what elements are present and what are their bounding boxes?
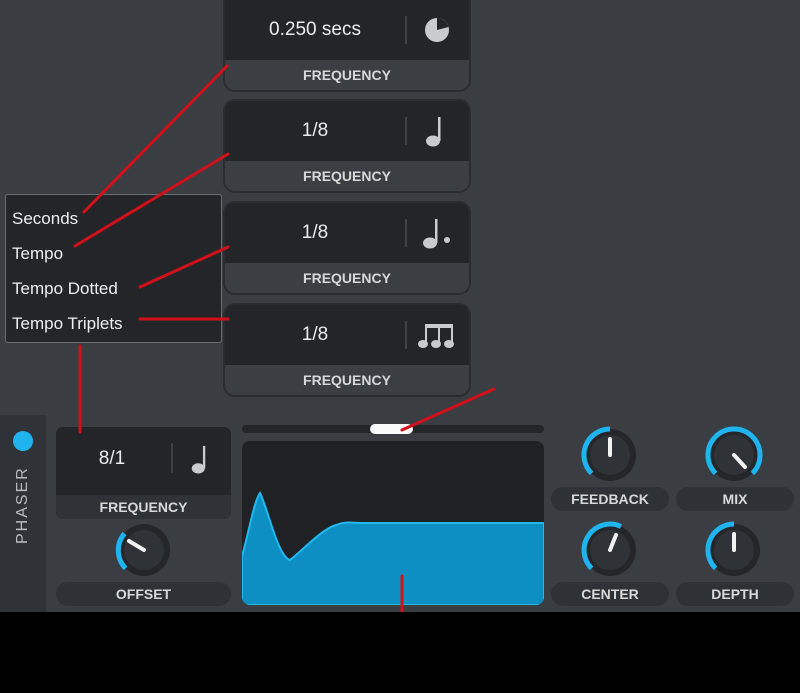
annotation-lines	[73, 0, 741, 636]
